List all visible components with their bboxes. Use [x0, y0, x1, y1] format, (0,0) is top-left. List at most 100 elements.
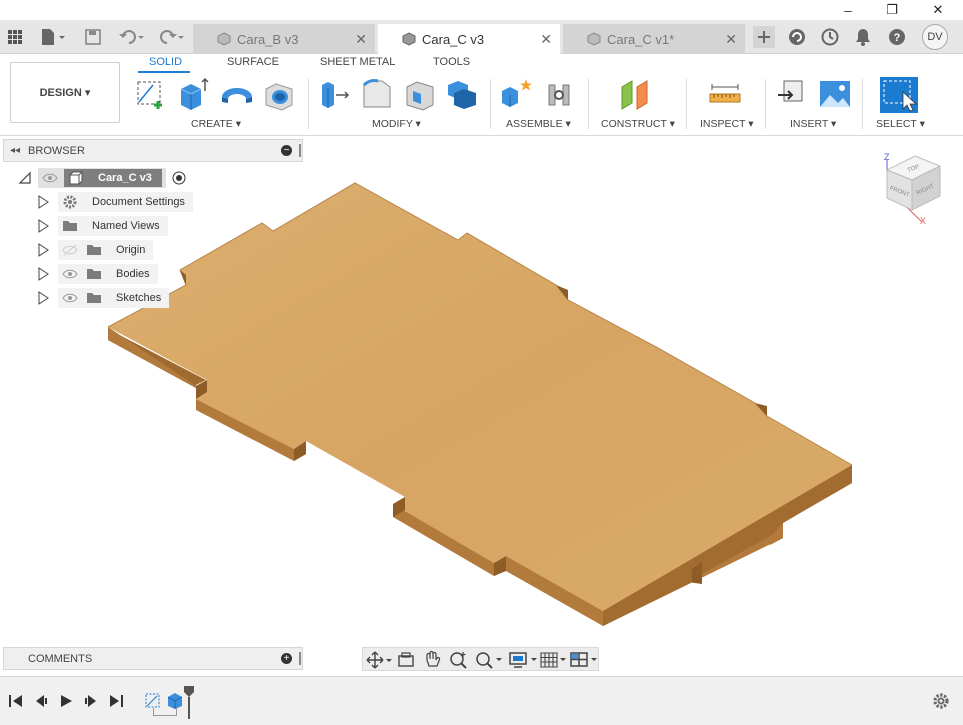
- collapse-icon[interactable]: −: [281, 145, 292, 156]
- add-comment-icon[interactable]: +: [281, 653, 292, 664]
- create-menu[interactable]: CREATE ▾: [191, 118, 241, 130]
- visibility-eye-icon[interactable]: [62, 268, 78, 280]
- expand-arrow-icon[interactable]: [36, 291, 50, 305]
- browser-root-row[interactable]: Cara_C v3: [18, 168, 186, 188]
- offset-plane-icon[interactable]: [619, 77, 653, 111]
- tab-label: Cara_C v3: [422, 32, 485, 47]
- select-menu[interactable]: SELECT ▾: [876, 118, 925, 130]
- viewcube[interactable]: Z X TOP FRONT RIGHT: [876, 148, 948, 226]
- pan-hand-icon[interactable]: [423, 650, 441, 669]
- tree-item-label: Bodies: [116, 268, 150, 280]
- apps-grid-icon[interactable]: [4, 26, 26, 48]
- select-tool-button[interactable]: [880, 77, 918, 113]
- hole-icon[interactable]: [262, 77, 296, 111]
- expand-arrow-icon[interactable]: [36, 195, 50, 209]
- new-tab-icon[interactable]: [753, 26, 775, 48]
- timeline-marker[interactable]: [183, 685, 195, 719]
- browser-item-bodies[interactable]: Bodies: [36, 264, 158, 284]
- expand-triangle-icon[interactable]: [18, 171, 32, 185]
- expand-arrow-icon[interactable]: [36, 267, 50, 281]
- restore-button[interactable]: ❐: [872, 0, 912, 20]
- tab-cara-c-v1[interactable]: Cara_C v1* ✕: [563, 24, 745, 54]
- browser-item-sketches[interactable]: Sketches: [36, 288, 170, 308]
- combine-icon[interactable]: [446, 77, 480, 111]
- undo-icon[interactable]: [116, 26, 146, 48]
- expand-arrow-icon[interactable]: [36, 219, 50, 233]
- job-status-icon[interactable]: [819, 26, 841, 48]
- new-component-icon[interactable]: [500, 77, 534, 111]
- comments-title: COMMENTS: [28, 652, 93, 665]
- orbit-icon[interactable]: [366, 651, 392, 669]
- workspace-switcher-button[interactable]: DESIGN ▾: [10, 62, 120, 123]
- play-icon[interactable]: [58, 693, 74, 709]
- visibility-eye-icon[interactable]: [62, 292, 78, 304]
- extensions-icon[interactable]: [786, 26, 808, 48]
- tab-label: Cara_B v3: [237, 31, 299, 47]
- file-menu-icon[interactable]: [38, 26, 68, 48]
- close-tab-icon[interactable]: ✕: [540, 31, 552, 48]
- divider: [308, 79, 309, 129]
- tree-item-label: Document Settings: [92, 196, 185, 208]
- tab-label: Cara_C v1*: [607, 31, 675, 47]
- fillet-icon[interactable]: [360, 77, 394, 111]
- timeline-sketch-feature-icon[interactable]: [144, 691, 162, 709]
- step-back-icon[interactable]: [33, 693, 49, 709]
- user-avatar[interactable]: DV: [922, 24, 948, 50]
- tab-cara-c-v3[interactable]: Cara_C v3 ✕: [378, 24, 560, 55]
- assemble-menu[interactable]: ASSEMBLE ▾: [506, 118, 571, 130]
- construct-menu[interactable]: CONSTRUCT ▾: [601, 118, 675, 130]
- modify-menu[interactable]: MODIFY ▾: [372, 118, 421, 130]
- go-to-end-icon[interactable]: [108, 693, 124, 709]
- timeline-settings-gear-icon[interactable]: [932, 692, 950, 710]
- tab-sheet-metal[interactable]: SHEET METAL: [320, 56, 395, 68]
- tab-solid[interactable]: SOLID: [149, 56, 182, 68]
- display-settings-icon[interactable]: [508, 650, 538, 669]
- visibility-eye-icon[interactable]: [42, 172, 58, 184]
- close-tab-icon[interactable]: ✕: [355, 31, 367, 48]
- fit-zoom-icon[interactable]: [475, 650, 503, 669]
- press-pull-icon[interactable]: [318, 77, 352, 111]
- divider: [686, 79, 687, 129]
- shell-icon[interactable]: [403, 77, 437, 111]
- measure-icon[interactable]: [708, 77, 742, 111]
- extrude-icon[interactable]: [177, 77, 211, 111]
- tab-surface[interactable]: SURFACE: [227, 56, 279, 68]
- go-to-start-icon[interactable]: [8, 693, 24, 709]
- browser-item-named-views[interactable]: Named Views: [36, 216, 168, 236]
- insert-menu[interactable]: INSERT ▾: [790, 118, 836, 130]
- collapse-panel-icon[interactable]: ◂◂: [10, 145, 20, 156]
- browser-item-origin[interactable]: Origin: [36, 240, 154, 260]
- select-cursor-icon: [883, 80, 918, 112]
- joint-icon[interactable]: [543, 77, 577, 111]
- insert-derive-icon[interactable]: [776, 77, 810, 111]
- divider: [490, 79, 491, 129]
- browser-panel-header: ◂◂ BROWSER −: [3, 139, 303, 162]
- viewports-icon[interactable]: [569, 650, 599, 669]
- canvas-image-icon[interactable]: [818, 77, 852, 111]
- document-tabbar: Cara_B v3 ✕ Cara_C v3 ✕ Cara_C v1* ✕ ? D…: [0, 20, 963, 55]
- pin-handle[interactable]: [299, 144, 301, 157]
- activate-radio-icon[interactable]: [172, 171, 186, 185]
- expand-arrow-icon[interactable]: [36, 243, 50, 257]
- timeline-extrude-feature-icon[interactable]: [166, 691, 184, 709]
- tab-cara-b[interactable]: Cara_B v3 ✕: [193, 24, 375, 54]
- help-icon[interactable]: ?: [886, 26, 908, 48]
- inspect-menu[interactable]: INSPECT ▾: [700, 118, 754, 130]
- look-at-icon[interactable]: [397, 651, 415, 669]
- create-sketch-icon[interactable]: [135, 77, 169, 111]
- close-tab-icon[interactable]: ✕: [725, 31, 737, 48]
- zoom-icon[interactable]: [449, 650, 469, 669]
- save-icon[interactable]: [82, 26, 104, 48]
- revolve-icon[interactable]: [220, 77, 254, 111]
- notifications-icon[interactable]: [852, 26, 874, 48]
- hidden-eye-icon[interactable]: [62, 244, 78, 256]
- tab-tools[interactable]: TOOLS: [433, 56, 470, 68]
- step-forward-icon[interactable]: [83, 693, 99, 709]
- pin-handle[interactable]: [299, 652, 301, 665]
- redo-icon[interactable]: [156, 26, 186, 48]
- minimize-button[interactable]: –: [828, 0, 868, 20]
- browser-item-document-settings[interactable]: Document Settings: [36, 192, 193, 212]
- fusion-window: – ❐ ✕ Cara_B v3 ✕ Cara_C v3 ✕ Cara_C v1*…: [0, 0, 963, 725]
- grid-settings-icon[interactable]: [539, 650, 567, 669]
- close-window-button[interactable]: ✕: [918, 0, 958, 20]
